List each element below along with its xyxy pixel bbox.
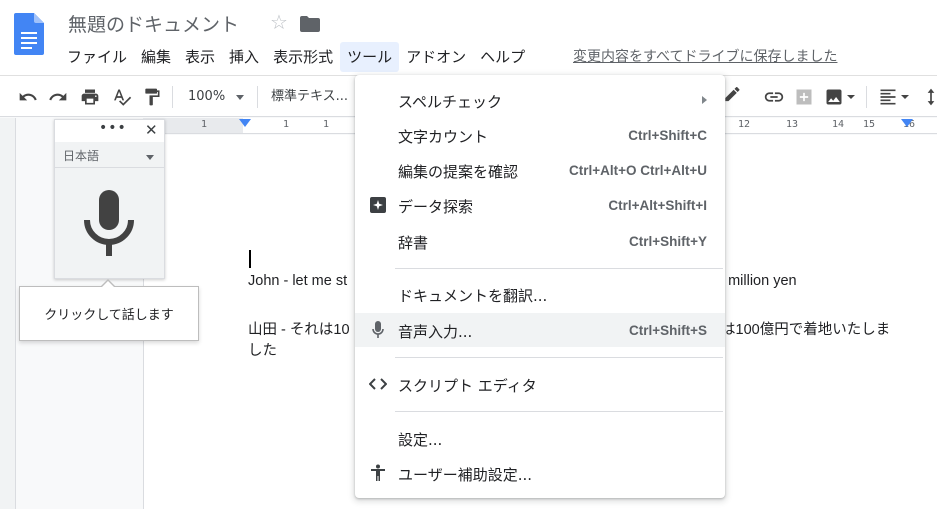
toolbar-divider bbox=[172, 86, 173, 108]
voice-widget-header[interactable]: ••• ✕ bbox=[55, 120, 164, 142]
menu-item-shortcut: Ctrl+Alt+O Ctrl+Alt+U bbox=[568, 163, 707, 178]
chevron-down-icon bbox=[236, 95, 244, 100]
menu-item-label: スペルチェック bbox=[398, 93, 502, 111]
ruler-number: 1 bbox=[283, 119, 290, 130]
doc-line-1-right[interactable]: 0 million yen bbox=[716, 273, 797, 289]
doc-line-2-left[interactable]: 山田 - それは10 bbox=[248, 318, 350, 339]
menu-item-voice-typing[interactable]: 音声入力... Ctrl+Shift+S bbox=[355, 313, 725, 347]
menu-file[interactable]: ファイル bbox=[60, 42, 134, 72]
zoom-select[interactable]: 100% bbox=[182, 85, 250, 109]
menu-edit[interactable]: 編集 bbox=[134, 42, 178, 72]
menu-item-label: スクリプト エディタ bbox=[398, 377, 537, 395]
add-comment-icon[interactable] bbox=[792, 85, 816, 109]
link-icon[interactable] bbox=[762, 85, 786, 109]
ruler-number: 1 bbox=[201, 119, 208, 130]
menu-item-shortcut: Ctrl+Shift+C bbox=[628, 128, 707, 143]
chevron-down-icon bbox=[146, 155, 154, 160]
microphone-icon[interactable] bbox=[83, 190, 135, 258]
language-value: 日本語 bbox=[63, 149, 100, 163]
close-icon[interactable]: ✕ bbox=[145, 121, 158, 139]
zoom-value: 100% bbox=[188, 89, 226, 104]
menu-divider bbox=[395, 268, 723, 269]
ruler-number: 1 bbox=[323, 119, 330, 130]
menu-item-shortcut: Ctrl+Alt+Shift+I bbox=[608, 198, 707, 213]
menu-divider bbox=[395, 411, 723, 412]
menu-format[interactable]: 表示形式 bbox=[266, 42, 340, 72]
right-indent-marker-icon[interactable] bbox=[901, 119, 913, 127]
accessibility-icon bbox=[369, 464, 387, 482]
menu-item-label: データ探索 bbox=[398, 198, 474, 216]
voice-typing-widget: ••• ✕ 日本語 bbox=[54, 119, 165, 279]
menu-item-label: 文字カウント bbox=[398, 128, 489, 146]
menu-tools[interactable]: ツール bbox=[340, 42, 400, 72]
microphone-icon bbox=[369, 321, 387, 339]
redo-icon[interactable] bbox=[46, 85, 70, 109]
ruler-number: 13 bbox=[786, 119, 799, 130]
star-icon[interactable]: ☆ bbox=[270, 10, 288, 34]
menu-item-spellcheck[interactable]: スペルチェック bbox=[355, 83, 725, 117]
code-icon bbox=[369, 375, 387, 393]
document-title[interactable]: 無題のドキュメント bbox=[68, 10, 239, 37]
menu-item-shortcut: Ctrl+Shift+S bbox=[628, 323, 707, 338]
line-spacing-icon[interactable] bbox=[924, 85, 937, 109]
menu-addons[interactable]: アドオン bbox=[399, 42, 473, 72]
menu-item-label: 音声入力... bbox=[398, 323, 473, 341]
language-select[interactable]: 日本語 bbox=[55, 146, 164, 168]
menu-item-review-suggestions[interactable]: 編集の提案を確認 Ctrl+Alt+O Ctrl+Alt+U bbox=[355, 153, 725, 187]
menu-item-label: 設定... bbox=[398, 431, 443, 449]
print-icon[interactable] bbox=[78, 85, 102, 109]
header: 無題のドキュメント ☆ ファイル 編集 表示 挿入 表示形式 ツール アドオン … bbox=[0, 0, 937, 75]
voice-tooltip: クリックして話します bbox=[19, 279, 199, 341]
more-options-icon[interactable]: ••• bbox=[99, 120, 127, 136]
insert-image-icon[interactable] bbox=[822, 85, 846, 109]
tools-dropdown-menu: スペルチェック 文字カウント Ctrl+Shift+C 編集の提案を確認 Ctr… bbox=[355, 75, 725, 498]
spellcheck-icon[interactable] bbox=[110, 85, 134, 109]
doc-line-2-right[interactable]: は100億円で着地いたしま bbox=[721, 318, 890, 339]
menu-item-label: 辞書 bbox=[398, 234, 429, 252]
ruler-number: 14 bbox=[832, 119, 845, 130]
align-left-icon[interactable] bbox=[876, 85, 900, 109]
toolbar-divider bbox=[257, 86, 258, 108]
chevron-down-icon[interactable] bbox=[898, 85, 912, 109]
explore-icon bbox=[369, 196, 387, 214]
menu-item-accessibility[interactable]: ユーザー補助設定... bbox=[355, 456, 725, 490]
text-cursor bbox=[249, 250, 251, 268]
menu-item-script-editor[interactable]: スクリプト エディタ bbox=[355, 367, 725, 401]
chevron-down-icon[interactable] bbox=[844, 85, 858, 109]
save-status-link[interactable]: 変更内容をすべてドライブに保存しました bbox=[573, 46, 837, 66]
menu-insert[interactable]: 挿入 bbox=[222, 42, 266, 72]
menu-view[interactable]: 表示 bbox=[178, 42, 222, 72]
menu-divider bbox=[395, 357, 723, 358]
vertical-ruler bbox=[0, 118, 16, 509]
menu-item-shortcut: Ctrl+Shift+Y bbox=[628, 234, 707, 249]
ruler-number: 12 bbox=[738, 119, 751, 130]
menu-item-dictionary[interactable]: 辞書 Ctrl+Shift+Y bbox=[355, 224, 725, 258]
menu-item-label: 編集の提案を確認 bbox=[398, 163, 519, 181]
menu-item-word-count[interactable]: 文字カウント Ctrl+Shift+C bbox=[355, 118, 725, 152]
submenu-arrow-icon bbox=[702, 96, 707, 104]
doc-line-3[interactable]: した bbox=[248, 339, 277, 360]
menu-item-label: ドキュメントを翻訳... bbox=[398, 287, 548, 305]
menubar: ファイル 編集 表示 挿入 表示形式 ツール アドオン ヘルプ bbox=[60, 42, 532, 72]
indent-marker-icon[interactable] bbox=[239, 119, 251, 127]
menu-help[interactable]: ヘルプ bbox=[473, 42, 532, 72]
menu-item-explore[interactable]: データ探索 Ctrl+Alt+Shift+I bbox=[355, 188, 725, 222]
menu-item-translate[interactable]: ドキュメントを翻訳... bbox=[355, 277, 725, 311]
ruler-number: 15 bbox=[863, 119, 876, 130]
paragraph-style-select[interactable]: 標準テキス... bbox=[265, 85, 355, 109]
menu-item-preferences[interactable]: 設定... bbox=[355, 421, 725, 455]
paint-format-icon[interactable] bbox=[140, 85, 164, 109]
doc-line-1-left[interactable]: John - let me st bbox=[248, 273, 347, 289]
folder-icon[interactable] bbox=[300, 16, 320, 32]
menu-item-label: ユーザー補助設定... bbox=[398, 466, 533, 484]
toolbar-divider bbox=[866, 86, 867, 108]
undo-icon[interactable] bbox=[16, 85, 40, 109]
google-docs-logo-icon[interactable] bbox=[14, 13, 44, 55]
